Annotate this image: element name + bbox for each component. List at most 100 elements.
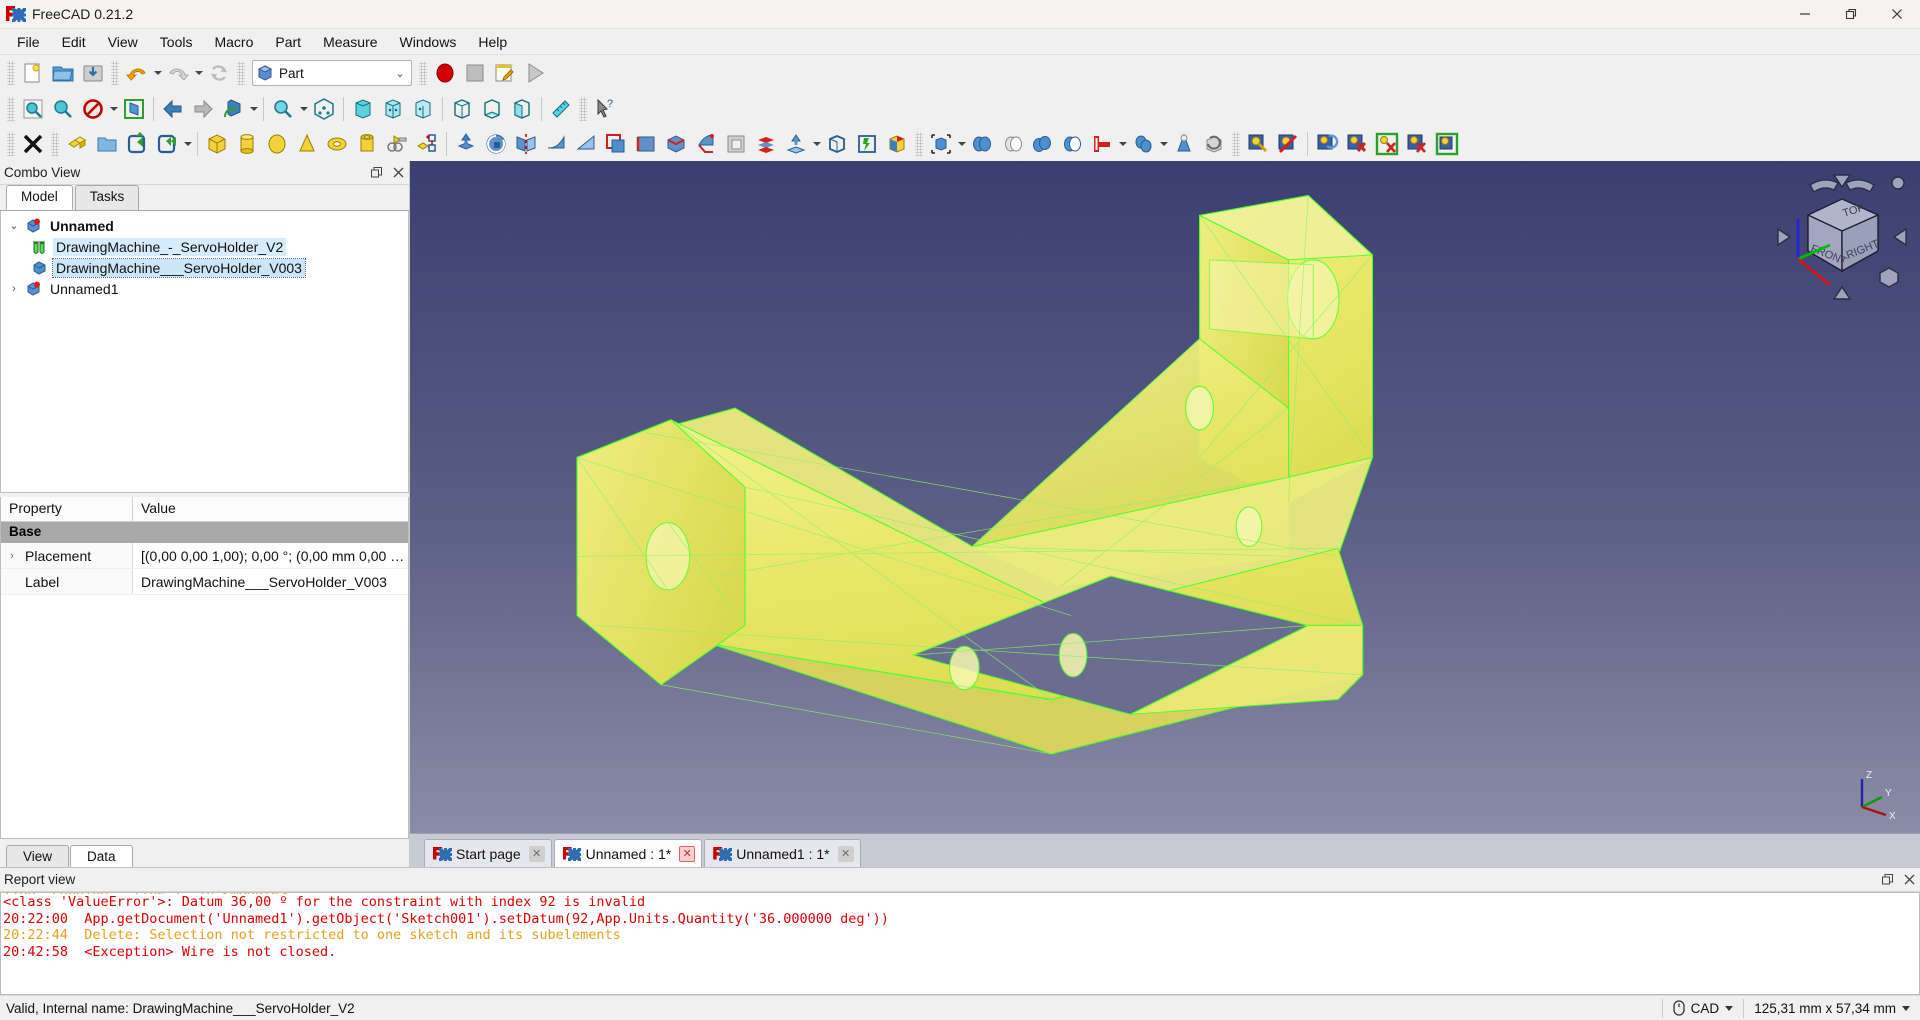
document-tab-start-page[interactable]: Start page ✕ <box>424 839 552 867</box>
menu-tools[interactable]: Tools <box>149 31 204 53</box>
fit-selection-icon[interactable] <box>48 94 78 124</box>
menu-measure[interactable]: Measure <box>312 31 388 53</box>
toolbar-grip[interactable] <box>1232 131 1240 156</box>
compound-icon[interactable] <box>926 129 956 159</box>
cylinder-icon[interactable] <box>232 129 262 159</box>
nav-forward-icon[interactable] <box>188 94 218 124</box>
refresh-icon[interactable] <box>204 58 234 88</box>
tab-data[interactable]: Data <box>70 845 133 867</box>
check-geometry-icon[interactable] <box>1169 129 1199 159</box>
join-connect-icon[interactable] <box>1087 129 1117 159</box>
toolbar-grip[interactable] <box>237 61 245 85</box>
report-view-log[interactable]: 7100 Loading , line 1, in <module> <clas… <box>0 892 1920 995</box>
axonometric-caret[interactable] <box>248 94 259 124</box>
box-selection-icon[interactable] <box>119 94 149 124</box>
toolbar-grip[interactable] <box>7 131 15 156</box>
document-tab-unnamed[interactable]: Unnamed : 1* ✕ <box>553 839 703 867</box>
undo-dropdown-caret[interactable] <box>152 58 163 88</box>
toolbar-grip[interactable] <box>915 131 923 156</box>
defeaturing-icon[interactable] <box>1199 129 1229 159</box>
sphere-icon[interactable] <box>262 129 292 159</box>
extrude-icon[interactable] <box>451 129 481 159</box>
split-icon[interactable] <box>1128 129 1158 159</box>
close-tab-icon[interactable]: ✕ <box>837 845 854 862</box>
mirror-icon[interactable] <box>511 129 541 159</box>
measure-linear-icon[interactable] <box>1243 129 1273 159</box>
torus-icon[interactable] <box>322 129 352 159</box>
model-tree[interactable]: ⌄ Unnamed DrawingMachine_-_ServoHolder_V… <box>0 211 409 493</box>
fillet-icon[interactable] <box>541 129 571 159</box>
split-caret[interactable] <box>1158 129 1169 159</box>
toggle-all-icon[interactable] <box>1432 129 1462 159</box>
menu-windows[interactable]: Windows <box>389 31 468 53</box>
menu-view[interactable]: View <box>97 31 149 53</box>
3d-model-servoholder[interactable] <box>410 161 1920 833</box>
save-document-icon[interactable] <box>78 58 108 88</box>
redo-dropdown-caret[interactable] <box>193 58 204 88</box>
menu-part[interactable]: Part <box>264 31 312 53</box>
union-icon[interactable] <box>1027 129 1057 159</box>
undo-icon[interactable] <box>122 58 152 88</box>
close-button[interactable] <box>1874 0 1920 29</box>
export-folder-icon[interactable] <box>92 129 122 159</box>
close-tab-icon[interactable]: ✕ <box>679 845 696 862</box>
bottom-view-icon[interactable] <box>477 94 507 124</box>
macro-edit-icon[interactable] <box>490 58 520 88</box>
draw-style-icon[interactable] <box>78 94 108 124</box>
macro-record-icon[interactable] <box>430 58 460 88</box>
property-value[interactable]: [(0,00 0,00 1,00); 0,00 °; (0,00 mm 0,00… <box>133 548 408 564</box>
offset-caret[interactable] <box>811 129 822 159</box>
isometric-icon[interactable] <box>309 94 339 124</box>
draw-style-caret[interactable] <box>108 94 119 124</box>
property-row-label[interactable]: Label DrawingMachine___ServoHolder_V003 <box>1 569 408 595</box>
combo-view-close-button[interactable] <box>387 163 409 183</box>
primitives-icon[interactable] <box>382 129 412 159</box>
offset3d-icon[interactable] <box>751 129 781 159</box>
macro-execute-icon[interactable] <box>520 58 550 88</box>
viewport-dimensions[interactable]: 125,31 mm x 57,34 mm <box>1743 998 1920 1018</box>
shape-builder-caret[interactable] <box>182 129 193 159</box>
chevron-right-icon[interactable]: › <box>5 283 23 295</box>
tab-view[interactable]: View <box>6 845 70 867</box>
combo-view-float-button[interactable] <box>365 163 387 183</box>
close-tab-icon[interactable]: ✕ <box>528 845 545 862</box>
toggle-delta-icon[interactable] <box>1402 129 1432 159</box>
chevron-down-icon[interactable]: ⌄ <box>5 219 23 232</box>
menu-macro[interactable]: Macro <box>203 31 264 53</box>
redo-icon[interactable] <box>163 58 193 88</box>
menu-file[interactable]: File <box>6 31 51 53</box>
tree-item-unnamed[interactable]: ⌄ Unnamed <box>1 215 408 236</box>
thickness-icon[interactable] <box>822 129 852 159</box>
cone-icon[interactable] <box>292 129 322 159</box>
section-icon[interactable] <box>691 129 721 159</box>
workbench-selector[interactable]: Part ⌄ <box>252 60 412 86</box>
rear-view-icon[interactable] <box>447 94 477 124</box>
revolve-icon[interactable] <box>481 129 511 159</box>
report-view-close-button[interactable] <box>1898 870 1920 890</box>
whats-this-icon[interactable]: ? <box>590 94 620 124</box>
tree-item-servoholder-v003[interactable]: DrawingMachine___ServoHolder_V003 <box>1 257 408 278</box>
nav-back-icon[interactable] <box>158 94 188 124</box>
tree-item-unnamed1[interactable]: › Unnamed1 <box>1 278 408 299</box>
compound-caret[interactable] <box>956 129 967 159</box>
navigation-style-selector[interactable]: CAD <box>1661 998 1744 1018</box>
ruled-surface-icon[interactable] <box>601 129 631 159</box>
new-document-icon[interactable] <box>18 58 48 88</box>
toolbar-grip[interactable] <box>51 131 59 156</box>
measure-icon[interactable] <box>546 94 576 124</box>
top-view-icon[interactable] <box>378 94 408 124</box>
fit-all-icon[interactable] <box>18 94 48 124</box>
menu-edit[interactable]: Edit <box>51 31 97 53</box>
toolbar-grip[interactable] <box>7 96 15 121</box>
zoom-caret[interactable] <box>298 94 309 124</box>
left-view-icon[interactable] <box>507 94 537 124</box>
property-row-placement[interactable]: › Placement [(0,00 0,00 1,00); 0,00 °; (… <box>1 543 408 569</box>
menu-help[interactable]: Help <box>467 31 518 53</box>
3d-viewport[interactable]: TOP FRONT RIGHT Z Y X <box>410 161 1920 833</box>
join-caret[interactable] <box>1117 129 1128 159</box>
box-icon[interactable] <box>202 129 232 159</box>
measure-clear-icon[interactable] <box>1342 129 1372 159</box>
toolbar-grip[interactable] <box>7 61 15 85</box>
shape-builder2-icon[interactable] <box>412 129 442 159</box>
color-per-face-icon[interactable] <box>882 129 912 159</box>
